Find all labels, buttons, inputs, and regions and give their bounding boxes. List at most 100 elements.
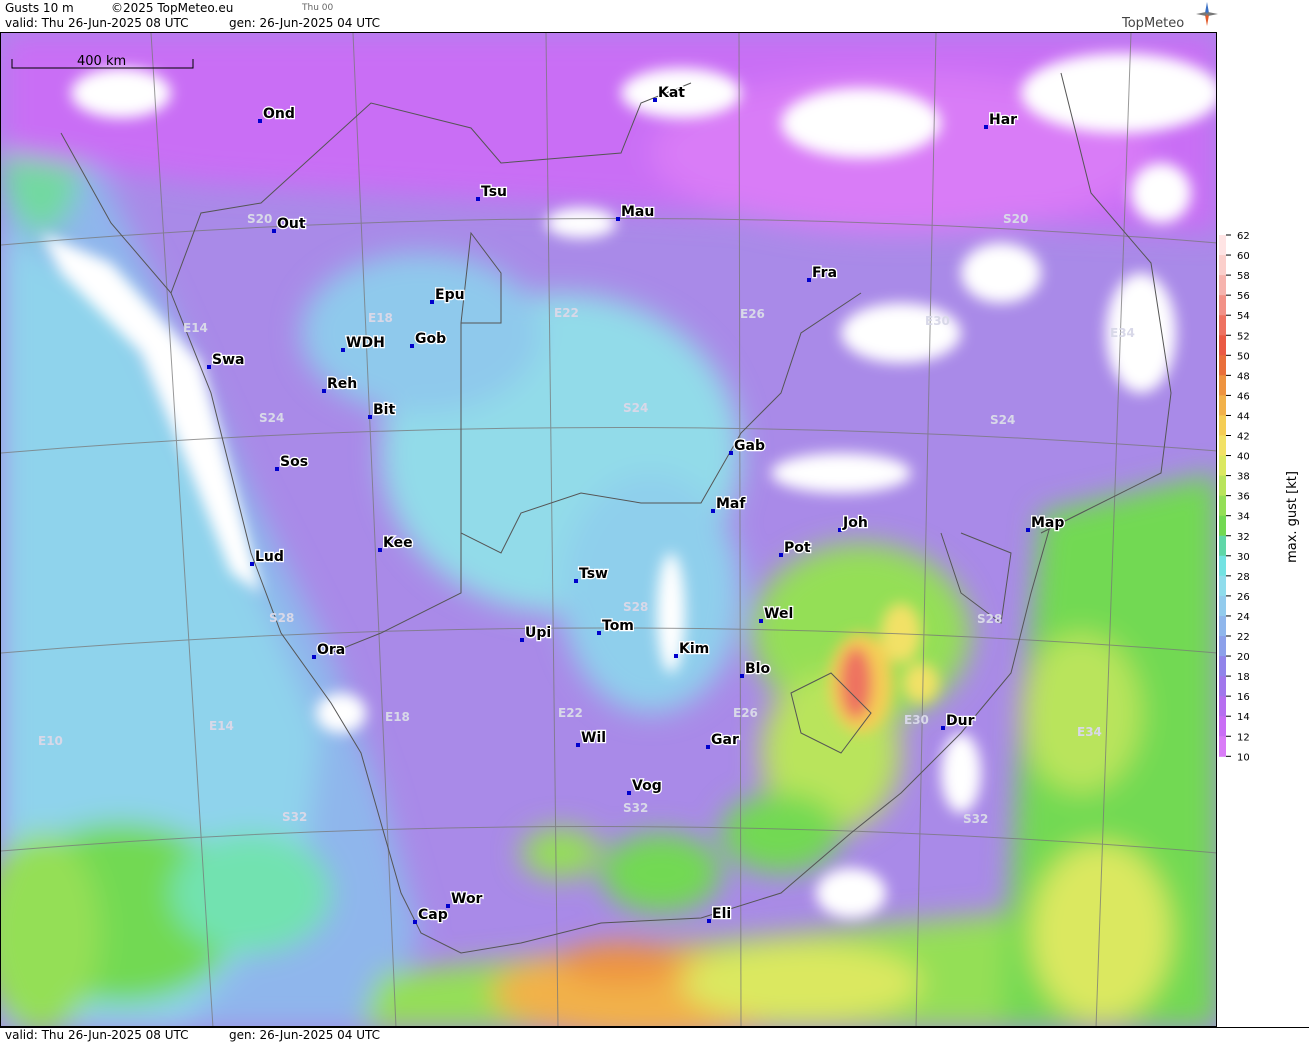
legend-swatch bbox=[1219, 515, 1226, 537]
grid-label: S28 bbox=[269, 611, 294, 625]
city-label: Sos bbox=[280, 454, 308, 470]
grid-label: S28 bbox=[977, 612, 1002, 626]
city-label: Kim bbox=[679, 641, 709, 657]
legend-tick-label: 48 bbox=[1237, 371, 1250, 382]
legend-unit-label: max. gust [kt] bbox=[1285, 471, 1300, 563]
city-marker bbox=[207, 365, 211, 369]
legend-swatch bbox=[1219, 255, 1226, 276]
header-bar: Gusts 10 m ©2025 TopMeteo.eu Thu 00 vali… bbox=[0, 0, 1309, 32]
city-label: Wil bbox=[581, 730, 606, 746]
city-marker bbox=[984, 125, 988, 129]
legend-tick-label: 20 bbox=[1237, 652, 1250, 663]
city-label: WDH bbox=[346, 335, 385, 351]
legend-tick-label: 34 bbox=[1237, 512, 1250, 523]
city-label: Tsu bbox=[481, 184, 507, 200]
legend-tick-label: 58 bbox=[1237, 271, 1250, 282]
legend-swatch bbox=[1219, 275, 1226, 296]
city-label: Out bbox=[277, 216, 306, 232]
legend-swatch bbox=[1219, 415, 1226, 436]
legend-swatch bbox=[1219, 636, 1226, 657]
grid-label: S24 bbox=[623, 401, 648, 415]
city-marker bbox=[410, 344, 414, 348]
city-label: Maf bbox=[716, 496, 746, 512]
legend-swatch bbox=[1219, 575, 1226, 597]
city-marker bbox=[779, 553, 783, 557]
legend-swatch bbox=[1219, 235, 1226, 256]
city-label: Kat bbox=[658, 85, 685, 101]
city-label: Bit bbox=[373, 402, 395, 418]
legend-swatch bbox=[1219, 375, 1226, 396]
grid-label: E14 bbox=[183, 321, 208, 335]
legend-tick-label: 22 bbox=[1237, 632, 1250, 643]
city-marker bbox=[574, 579, 578, 583]
legend-tick-label: 28 bbox=[1237, 572, 1250, 583]
city-label: Wel bbox=[764, 606, 793, 622]
scale-bar-label: 400 km bbox=[77, 54, 126, 69]
city-marker bbox=[759, 619, 763, 623]
grid-label: E30 bbox=[925, 314, 950, 328]
city-marker bbox=[616, 217, 620, 221]
grid-label: E26 bbox=[733, 706, 758, 720]
footer-valid-time: valid: Thu 26-Jun-2025 08 UTC bbox=[5, 1028, 189, 1042]
legend-tick-label: 62 bbox=[1237, 231, 1250, 242]
city-marker bbox=[711, 509, 715, 513]
color-legend: 62 60 58 56 54 52 50 48 46 44 42 40 38 36 34 32 30 28 26 24… bbox=[1217, 32, 1309, 1027]
legend-tick-label: 12 bbox=[1237, 732, 1250, 743]
legend-tick-label: 18 bbox=[1237, 672, 1250, 683]
legend-tick-label: 10 bbox=[1237, 752, 1250, 763]
gust-map[interactable]: 400 km S20 S20 E14 E18 E22 E26 E30 E34 S24 S24 S24… bbox=[0, 32, 1217, 1027]
city-label: Map bbox=[1031, 515, 1064, 531]
legend-swatch bbox=[1219, 696, 1226, 717]
legend-tick-label: 50 bbox=[1237, 351, 1250, 362]
city-marker bbox=[520, 638, 524, 642]
legend-tick-label: 46 bbox=[1237, 391, 1250, 402]
city-marker bbox=[941, 726, 945, 730]
city-marker bbox=[258, 119, 262, 123]
legend-swatch bbox=[1219, 455, 1226, 477]
city-marker bbox=[627, 791, 631, 795]
city-marker bbox=[706, 745, 710, 749]
city-label: Blo bbox=[745, 661, 770, 677]
city-label: Mau bbox=[621, 204, 654, 220]
grid-label: E10 bbox=[38, 734, 63, 748]
legend-tick-label: 42 bbox=[1237, 432, 1250, 443]
city-marker bbox=[576, 743, 580, 747]
footer-bar: valid: Thu 26-Jun-2025 08 UTC gen: 26-Ju… bbox=[0, 1027, 1309, 1043]
city-marker bbox=[653, 98, 657, 102]
city-label: Swa bbox=[212, 352, 244, 368]
legend-swatch bbox=[1219, 315, 1226, 336]
legend-tick-label: 56 bbox=[1237, 291, 1250, 302]
legend-ticks: 62 60 58 56 54 52 50 48 46 44 42 40 38 36 34 32 30 28 26 24… bbox=[1226, 231, 1250, 763]
grid-label: E30 bbox=[904, 713, 929, 727]
legend-tick-label: 40 bbox=[1237, 452, 1250, 463]
grid-label: S20 bbox=[247, 212, 272, 226]
legend-swatch bbox=[1219, 495, 1226, 517]
legend-swatch bbox=[1219, 716, 1226, 737]
brand-logo-text[interactable]: TopMeteo bbox=[1122, 16, 1184, 31]
city-marker bbox=[341, 348, 345, 352]
copyright-text: ©2025 TopMeteo.eu bbox=[111, 1, 234, 15]
city-label: Wor bbox=[451, 891, 483, 907]
city-label: Lud bbox=[255, 549, 284, 565]
city-marker bbox=[312, 655, 316, 659]
city-marker bbox=[430, 300, 434, 304]
city-label: Upi bbox=[525, 625, 551, 641]
legend-swatch bbox=[1219, 656, 1226, 677]
city-marker bbox=[476, 197, 480, 201]
grid-label: E26 bbox=[740, 307, 765, 321]
city-marker bbox=[378, 548, 382, 552]
legend-tick-label: 52 bbox=[1237, 331, 1250, 342]
grid-label: S20 bbox=[1003, 212, 1028, 226]
legend-tick-label: 38 bbox=[1237, 472, 1250, 483]
legend-tick-label: 36 bbox=[1237, 492, 1250, 503]
legend-swatch bbox=[1219, 736, 1226, 757]
city-marker bbox=[597, 631, 601, 635]
valid-time: valid: Thu 26-Jun-2025 08 UTC bbox=[5, 16, 189, 30]
city-marker bbox=[1026, 528, 1030, 532]
grid-label: S24 bbox=[990, 413, 1015, 427]
city-label: Ond bbox=[263, 106, 295, 122]
city-label: Joh bbox=[842, 515, 868, 531]
legend-swatch bbox=[1219, 295, 1226, 316]
legend-tick-label: 16 bbox=[1237, 692, 1250, 703]
city-label: Reh bbox=[327, 376, 357, 392]
